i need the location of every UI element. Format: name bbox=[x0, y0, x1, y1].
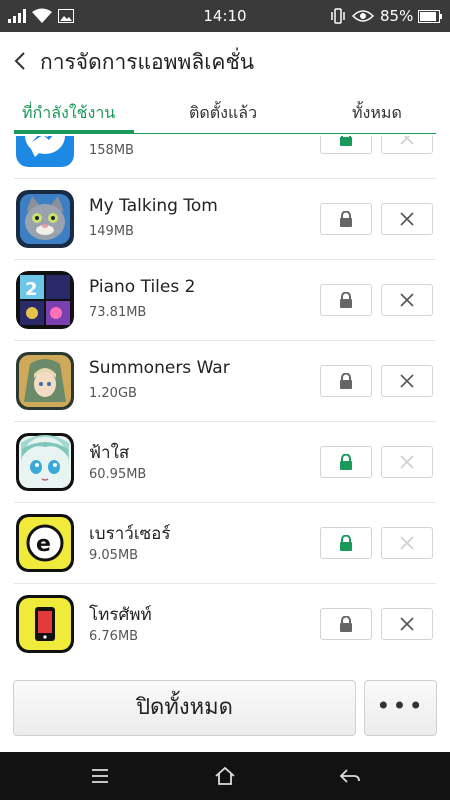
list-item[interactable]: 2 Piano Tiles 2 73.81MB bbox=[0, 260, 450, 341]
app-size: 6.76MB bbox=[89, 629, 139, 644]
app-size: 149MB bbox=[89, 224, 134, 239]
tab-installed[interactable]: ติดตั้งแล้ว bbox=[189, 101, 257, 126]
lock-button[interactable] bbox=[320, 527, 372, 559]
list-item[interactable]: Summoners War 1.20GB bbox=[0, 341, 450, 422]
close-icon bbox=[400, 293, 414, 307]
list-item[interactable]: My Talking Tom 149MB bbox=[0, 179, 450, 260]
tab-all[interactable]: ทั้งหมด bbox=[352, 101, 402, 126]
lock-button[interactable] bbox=[320, 608, 372, 640]
close-app-button[interactable] bbox=[381, 203, 433, 235]
more-options-button[interactable]: ••• bbox=[364, 680, 437, 736]
list-item[interactable]: ฟ้าใส 60.95MB bbox=[0, 422, 450, 503]
menu-icon[interactable] bbox=[88, 764, 112, 788]
wifi-icon bbox=[32, 8, 52, 23]
battery-icon bbox=[418, 10, 442, 23]
running-apps-list[interactable]: 158MB My Talking Tom 149MB 2 Piano Tiles… bbox=[0, 136, 450, 666]
app-size: 73.81MB bbox=[89, 305, 147, 320]
close-app-button[interactable] bbox=[381, 608, 433, 640]
signal-icon bbox=[8, 9, 26, 23]
close-icon bbox=[400, 136, 414, 145]
lock-button[interactable] bbox=[320, 365, 372, 397]
app-name: เบราว์เซอร์ bbox=[89, 524, 171, 544]
list-item[interactable]: โทรศัพท์ 6.76MB bbox=[0, 584, 450, 665]
close-app-button[interactable] bbox=[381, 284, 433, 316]
close-app-button[interactable] bbox=[381, 527, 433, 559]
messenger-icon bbox=[16, 136, 74, 167]
svg-text:2: 2 bbox=[25, 279, 38, 300]
close-icon bbox=[400, 212, 414, 226]
bottom-actions: ปิดทั้งหมด ••• bbox=[0, 666, 450, 752]
app-name: Piano Tiles 2 bbox=[89, 277, 196, 297]
close-all-button[interactable]: ปิดทั้งหมด bbox=[13, 680, 356, 736]
app-header: การจัดการแอพพลิเคชั่น bbox=[0, 32, 450, 90]
svg-text:e: e bbox=[36, 532, 51, 557]
close-icon bbox=[400, 536, 414, 550]
piano-tiles-icon: 2 bbox=[16, 271, 74, 329]
close-icon bbox=[400, 617, 414, 631]
lock-button[interactable] bbox=[320, 446, 372, 478]
lock-icon bbox=[340, 616, 352, 632]
list-item[interactable]: 158MB bbox=[0, 136, 450, 179]
app-name: My Talking Tom bbox=[89, 196, 218, 216]
back-icon[interactable] bbox=[338, 764, 362, 788]
app-size: 1.20GB bbox=[89, 386, 137, 401]
close-icon bbox=[400, 455, 414, 469]
page-title: การจัดการแอพพลิเคชั่น bbox=[40, 50, 255, 74]
lock-button[interactable] bbox=[320, 136, 372, 154]
home-icon[interactable] bbox=[213, 764, 237, 788]
eye-icon bbox=[352, 10, 374, 22]
close-app-button[interactable] bbox=[381, 446, 433, 478]
close-icon bbox=[400, 374, 414, 388]
lock-icon bbox=[340, 373, 352, 389]
app-size: 158MB bbox=[89, 143, 134, 158]
app-size: 60.95MB bbox=[89, 467, 147, 482]
battery-percent: 85% bbox=[380, 7, 414, 25]
app-name: ฟ้าใส bbox=[89, 443, 130, 463]
navigation-bar bbox=[0, 752, 450, 800]
lock-icon bbox=[340, 535, 352, 551]
status-bar: 14:10 85% bbox=[0, 0, 450, 32]
image-notification-icon bbox=[58, 9, 74, 23]
summoners-war-icon bbox=[16, 352, 74, 410]
lock-icon bbox=[340, 454, 352, 470]
lock-button[interactable] bbox=[320, 284, 372, 316]
lock-icon bbox=[340, 292, 352, 308]
tab-divider bbox=[14, 133, 436, 134]
list-item[interactable]: e เบราว์เซอร์ 9.05MB bbox=[0, 503, 450, 584]
anime-girl-icon bbox=[16, 433, 74, 491]
app-size: 9.05MB bbox=[89, 548, 139, 563]
browser-icon: e bbox=[16, 514, 74, 572]
tab-bar: ที่กำลังใช้งาน ติดตั้งแล้ว ทั้งหมด bbox=[0, 90, 450, 136]
lock-icon bbox=[340, 136, 352, 146]
close-app-button[interactable] bbox=[381, 365, 433, 397]
lock-button[interactable] bbox=[320, 203, 372, 235]
lock-icon bbox=[340, 211, 352, 227]
tab-running[interactable]: ที่กำลังใช้งาน bbox=[22, 101, 115, 126]
close-app-button[interactable] bbox=[381, 136, 433, 154]
vibrate-icon bbox=[331, 8, 345, 24]
back-arrow-icon[interactable] bbox=[12, 50, 28, 72]
app-name: Summoners War bbox=[89, 358, 230, 378]
clock: 14:10 bbox=[203, 7, 247, 25]
phone-icon bbox=[16, 595, 74, 653]
talking-tom-icon bbox=[16, 190, 74, 248]
app-name: โทรศัพท์ bbox=[89, 605, 152, 625]
